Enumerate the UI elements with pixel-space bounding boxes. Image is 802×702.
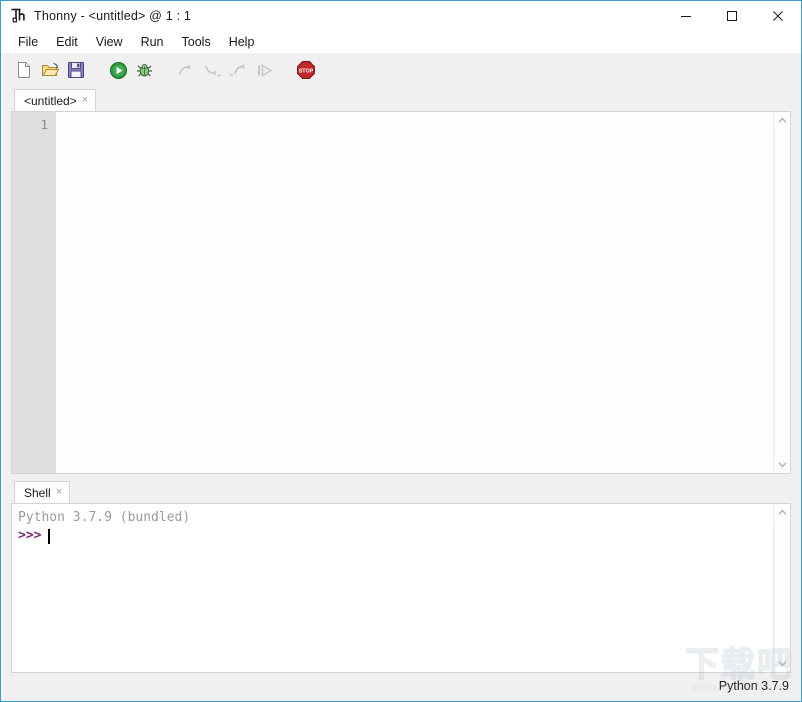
- thonny-window: Thonny - <untitled> @ 1 : 1 File Edit Vi…: [0, 0, 802, 702]
- menu-item-view[interactable]: View: [87, 33, 132, 51]
- shell-tabstrip: Shell ×: [11, 479, 791, 503]
- chevron-up-icon: [777, 117, 787, 123]
- chevron-down-icon: [777, 661, 787, 667]
- menu-bar: File Edit View Run Tools Help: [1, 31, 801, 53]
- editor-scroll-track[interactable]: [774, 129, 790, 456]
- window-title: Thonny - <untitled> @ 1 : 1: [34, 8, 192, 23]
- editor-vertical-scrollbar[interactable]: [773, 112, 790, 473]
- open-file-button[interactable]: [37, 57, 63, 83]
- shell-scroll-track[interactable]: [774, 521, 790, 655]
- debug-bug-icon: [136, 63, 152, 77]
- shell-scroll-down-button[interactable]: [774, 655, 790, 672]
- shell-console[interactable]: Python 3.7.9 (bundled) >>>: [12, 504, 773, 672]
- run-script-button[interactable]: [105, 57, 131, 83]
- tab-shell-label: Shell: [24, 485, 51, 500]
- step-into-button[interactable]: [199, 57, 225, 83]
- step-out-button[interactable]: [225, 57, 251, 83]
- menu-item-run[interactable]: Run: [132, 33, 173, 51]
- tab-untitled[interactable]: <untitled> ×: [14, 89, 97, 111]
- toolbar: STOP: [1, 53, 801, 87]
- shell-scroll-up-button[interactable]: [774, 504, 790, 521]
- save-floppy-icon: [68, 62, 84, 78]
- debug-script-button[interactable]: [131, 57, 157, 83]
- resume-button[interactable]: [251, 57, 277, 83]
- tab-untitled-label: <untitled>: [24, 93, 77, 108]
- step-over-icon: [178, 63, 190, 74]
- save-file-button[interactable]: [63, 57, 89, 83]
- interpreter-label[interactable]: Python 3.7.9: [719, 679, 789, 693]
- shell-prompt-line: >>>: [18, 527, 767, 545]
- thonny-logo-icon: [9, 7, 27, 25]
- editor-frame: 1: [11, 111, 791, 474]
- tab-shell-close-icon[interactable]: ×: [55, 487, 63, 498]
- tab-untitled-close-icon[interactable]: ×: [81, 95, 89, 106]
- step-into-icon: [204, 65, 221, 76]
- text-caret: [48, 528, 50, 544]
- step-out-icon: [229, 63, 245, 76]
- window-controls: [663, 1, 801, 31]
- new-file-icon: [18, 62, 30, 78]
- menu-item-file[interactable]: File: [9, 33, 47, 51]
- shell-prompt: >>>: [18, 528, 42, 543]
- editor-gutter: 1: [12, 112, 56, 473]
- editor-notebook: <untitled> × 1: [1, 87, 801, 474]
- gutter-line-number: 1: [40, 117, 48, 132]
- editor-scroll-up-button[interactable]: [774, 112, 790, 129]
- shell-vertical-scrollbar[interactable]: [773, 504, 790, 672]
- shell-notebook: Shell × Python 3.7.9 (bundled) >>>: [1, 474, 801, 673]
- menu-item-help[interactable]: Help: [220, 33, 264, 51]
- new-file-button[interactable]: [11, 57, 37, 83]
- run-play-icon: [109, 61, 127, 79]
- svg-text:STOP: STOP: [299, 69, 314, 75]
- shell-frame: Python 3.7.9 (bundled) >>>: [11, 503, 791, 673]
- step-over-button[interactable]: [173, 57, 199, 83]
- stop-button[interactable]: STOP: [293, 57, 319, 83]
- editor-tabstrip: <untitled> ×: [11, 87, 791, 111]
- minimize-icon: [681, 16, 691, 17]
- close-icon: [773, 11, 783, 21]
- shell-banner: Python 3.7.9 (bundled): [18, 510, 191, 525]
- code-editor[interactable]: [56, 112, 773, 473]
- maximize-icon: [727, 11, 737, 21]
- close-button[interactable]: [755, 1, 801, 31]
- maximize-button[interactable]: [709, 1, 755, 31]
- menu-item-edit[interactable]: Edit: [47, 33, 87, 51]
- menu-item-tools[interactable]: Tools: [173, 33, 220, 51]
- editor-scroll-down-button[interactable]: [774, 456, 790, 473]
- title-bar: Thonny - <untitled> @ 1 : 1: [1, 1, 801, 31]
- status-bar: Python 3.7.9: [1, 673, 801, 699]
- chevron-down-icon: [777, 462, 787, 468]
- minimize-button[interactable]: [663, 1, 709, 31]
- open-folder-icon: [41, 62, 59, 76]
- chevron-up-icon: [777, 509, 787, 515]
- tab-shell[interactable]: Shell ×: [14, 481, 71, 503]
- stop-sign-icon: STOP: [297, 61, 315, 79]
- resume-icon: [257, 63, 272, 77]
